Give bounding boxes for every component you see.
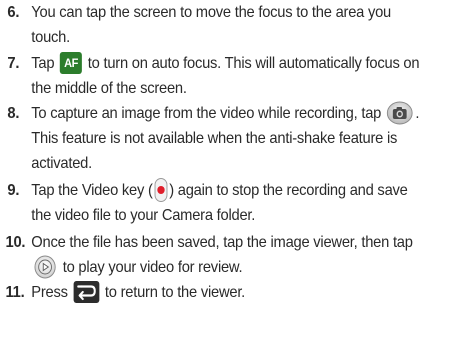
step-6: 6. You can tap the screen to move the fo… [0,0,431,50]
step-text-before: Tap [31,55,59,72]
step-text-after: to turn on auto focus. This will automat… [31,55,420,97]
back-icon [73,280,100,303]
camera-icon [387,101,414,125]
step-7: 7. Tap AF to turn on auto focus. This wi… [0,51,431,101]
step-text-after: to play your video for review. [58,259,243,276]
step-text-before: Press [31,284,72,301]
step-number: 10. [5,234,26,251]
step-text-before: To capture an image from the video while… [31,105,385,122]
step-number: 7. [7,55,20,72]
play-icon [33,255,57,279]
step-10: 10. Once the file has been saved, tap th… [0,230,431,280]
instruction-steps: 6. You can tap the screen to move the fo… [0,0,472,361]
step-text: You can tap the screen to move the focus… [31,4,392,46]
step-8: 8. To capture an image from the video wh… [0,101,431,176]
step-text-before: Tap the Video key ( [31,182,153,199]
step-text-after: to return to the viewer. [101,284,246,301]
step-9: 9. Tap the Video key ( ) again to stop t… [0,177,431,228]
step-number: 8. [7,105,20,122]
auto-focus-icon: AF [60,51,83,74]
step-number: 6. [7,4,20,21]
step-number: 9. [7,182,20,199]
record-key-icon [154,177,168,202]
step-number: 11. [5,284,25,301]
step-text-before: Once the file has been saved, tap the im… [31,234,413,251]
step-11: 11. Press to return to the viewer. [0,280,431,305]
